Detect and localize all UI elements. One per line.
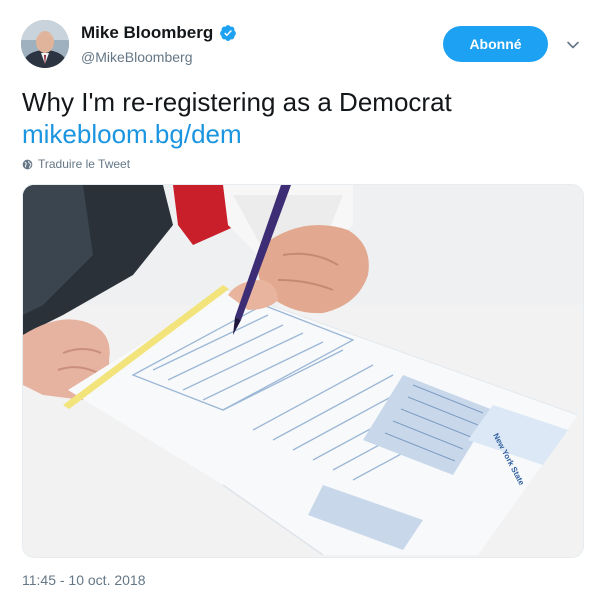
tweet-text: Why I'm re-registering as a Democrat	[22, 87, 452, 117]
follow-button[interactable]: Abonné	[443, 26, 548, 62]
globe-icon	[22, 159, 33, 169]
author-name-row[interactable]: Mike Bloomberg	[81, 23, 237, 43]
display-name[interactable]: Mike Bloomberg	[81, 23, 213, 43]
author-handle[interactable]: @MikeBloomberg	[81, 49, 192, 65]
avatar[interactable]	[21, 20, 69, 68]
verified-badge-icon	[220, 25, 237, 41]
tweet-timestamp[interactable]: 11:45 - 10 oct. 2018	[22, 572, 146, 588]
translate-tweet-link[interactable]: Traduire le Tweet	[22, 157, 130, 171]
tweet-photo[interactable]: New York State	[22, 184, 584, 558]
tweet-link[interactable]: mikebloom.bg/dem	[22, 118, 242, 150]
chevron-down-icon[interactable]	[566, 38, 580, 52]
translate-label: Traduire le Tweet	[38, 157, 131, 171]
